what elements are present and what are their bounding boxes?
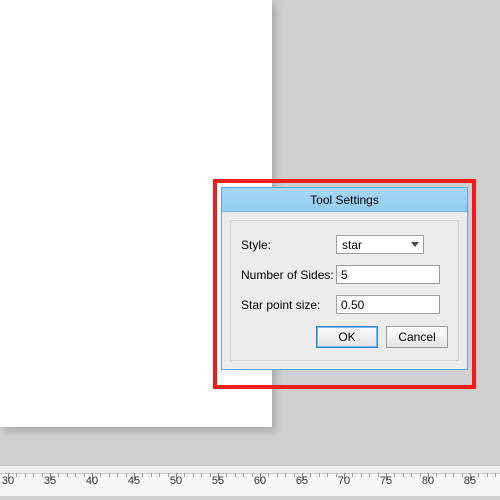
ruler-label: 85: [464, 475, 476, 487]
sides-input[interactable]: [336, 265, 440, 284]
point-size-label: Star point size:: [241, 298, 336, 312]
horizontal-ruler: 30 35 40 45 50 55 60 65 70 75 80 85: [0, 466, 500, 496]
ruler-label: 65: [296, 475, 308, 487]
style-label: Style:: [241, 238, 336, 252]
ruler-label: 45: [128, 475, 140, 487]
point-size-input[interactable]: [336, 295, 440, 314]
settings-group: Style: star Number of Sides: Star point …: [230, 220, 459, 361]
ruler-label: 80: [422, 475, 434, 487]
ruler-label: 55: [212, 475, 224, 487]
chevron-down-icon: [406, 236, 423, 253]
ruler-label: 60: [254, 475, 266, 487]
ruler-label: 40: [86, 475, 98, 487]
sides-label: Number of Sides:: [241, 268, 336, 282]
ruler-label: 30: [2, 475, 14, 487]
cancel-button[interactable]: Cancel: [386, 326, 448, 348]
style-select[interactable]: star: [336, 235, 424, 254]
style-select-value: star: [337, 238, 406, 252]
ok-button[interactable]: OK: [316, 326, 378, 348]
ruler-label: 70: [338, 475, 350, 487]
dialog-title: Tool Settings: [222, 188, 467, 212]
ruler-label: 35: [44, 475, 56, 487]
ruler-label: 50: [170, 475, 182, 487]
tool-settings-dialog: Tool Settings Style: star Number of Side…: [221, 187, 468, 370]
ruler-label: 75: [380, 475, 392, 487]
